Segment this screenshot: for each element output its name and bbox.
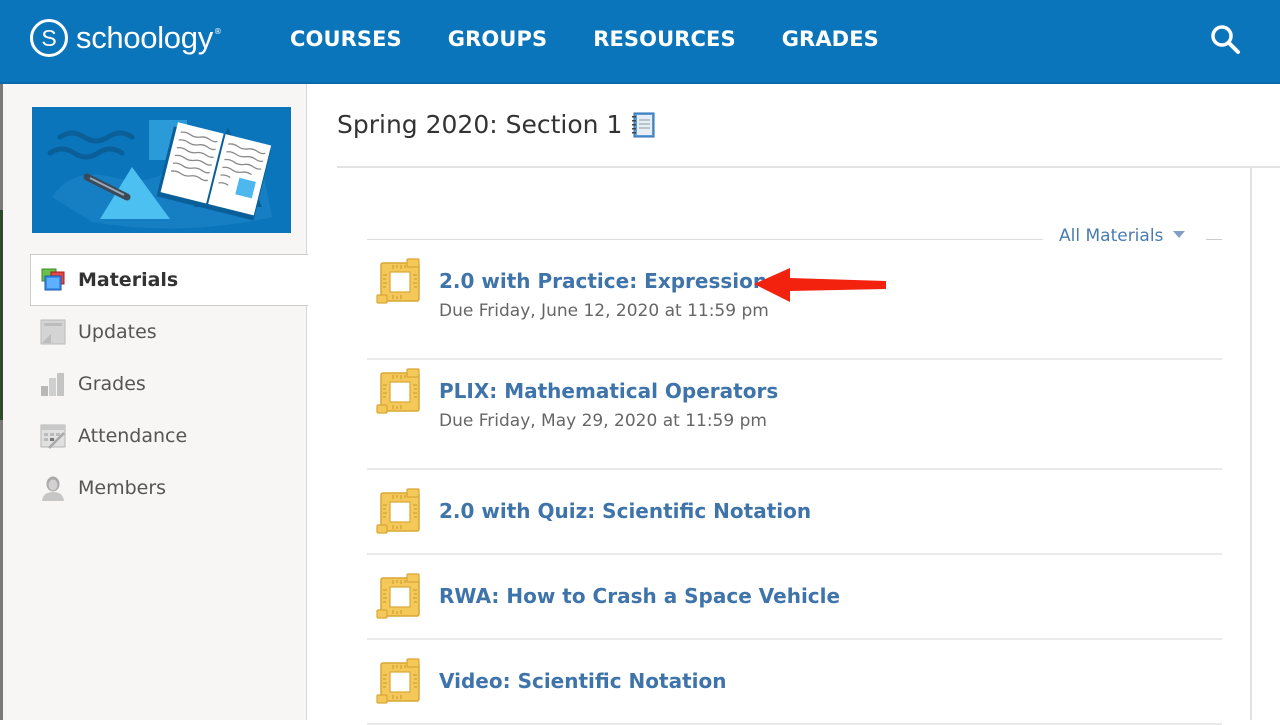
materials-list: 2.0 with Practice: Expressions Due Frida… (367, 250, 1222, 725)
list-item: 2.0 with Quiz: Scientific Notation (367, 470, 1222, 555)
material-title-link[interactable]: PLIX: Mathematical Operators (439, 379, 778, 403)
course-banner (32, 107, 291, 233)
logo-text: schoology (76, 20, 213, 55)
course-banner-illustration-icon (32, 107, 291, 233)
sidebar-item-label: Members (78, 477, 167, 499)
updates-icon (40, 319, 66, 345)
nav-grades[interactable]: GRADES (782, 27, 879, 51)
main-nav: COURSES GROUPS RESOURCES GRADES (290, 0, 925, 78)
assignment-ruler-icon (376, 368, 420, 414)
course-nav-list: Materials Updates Grades Attendance Memb… (3, 254, 308, 514)
list-item: Video: Scientific Notation (367, 640, 1222, 725)
material-title-link[interactable]: RWA: How to Crash a Space Vehicle (439, 584, 840, 608)
course-sidebar: Materials Updates Grades Attendance Memb… (3, 84, 308, 720)
material-title-link[interactable]: 2.0 with Practice: Expressions (439, 269, 779, 293)
sidebar-item-members[interactable]: Members (3, 462, 307, 514)
sidebar-item-attendance[interactable]: Attendance (3, 410, 307, 462)
materials-icon (41, 268, 65, 291)
materials-filter-row: All Materials (367, 224, 1222, 250)
materials-filter-dropdown[interactable]: All Materials (1059, 226, 1186, 246)
sidebar-item-label: Materials (78, 269, 179, 291)
schoology-logo[interactable]: S schoology ® (30, 18, 222, 58)
page-title: Spring 2020: Section 1 (337, 110, 656, 139)
sidebar-item-updates[interactable]: Updates (3, 306, 307, 358)
content-right-border (1250, 168, 1252, 720)
main-content: Spring 2020: Section 1 All Materials 2.0… (337, 84, 1280, 725)
list-item: RWA: How to Crash a Space Vehicle (367, 555, 1222, 640)
nav-courses[interactable]: COURSES (290, 27, 402, 51)
caret-down-icon (1173, 230, 1186, 238)
assignment-ruler-icon (376, 258, 420, 304)
sidebar-item-materials[interactable]: Materials (30, 254, 308, 306)
material-due-date: Due Friday, May 29, 2020 at 11:59 pm (439, 411, 767, 431)
filter-label: All Materials (1059, 226, 1164, 246)
sidebar-item-label: Grades (78, 373, 146, 395)
assignment-ruler-icon (376, 573, 420, 619)
sidebar-item-label: Updates (78, 321, 157, 343)
list-item: PLIX: Mathematical Operators Due Friday,… (367, 360, 1222, 470)
assignment-ruler-icon (376, 658, 420, 704)
attendance-icon (40, 424, 66, 449)
course-title: Spring 2020: Section 1 (337, 110, 623, 139)
material-title-link[interactable]: Video: Scientific Notation (439, 669, 726, 693)
filter-divider-right (1206, 239, 1222, 240)
nav-resources[interactable]: RESOURCES (593, 27, 736, 51)
members-icon (42, 476, 64, 501)
material-due-date: Due Friday, June 12, 2020 at 11:59 pm (439, 301, 769, 321)
logo-mark-icon: S (30, 19, 68, 57)
material-title-link[interactable]: 2.0 with Quiz: Scientific Notation (439, 499, 811, 523)
sidebar-item-grades[interactable]: Grades (3, 358, 307, 410)
title-divider (337, 166, 1280, 168)
sidebar-item-label: Attendance (78, 425, 188, 447)
top-navigation-bar: S schoology ® COURSES GROUPS RESOURCES G… (0, 0, 1280, 84)
logo-registered-mark: ® (213, 26, 222, 36)
search-button[interactable] (1208, 22, 1244, 58)
annotation-arrow-icon (754, 268, 886, 302)
search-icon (1211, 25, 1240, 54)
nav-groups[interactable]: GROUPS (448, 27, 547, 51)
grades-icon (41, 373, 64, 396)
filter-divider-left (367, 239, 1043, 240)
assignment-ruler-icon (376, 488, 420, 534)
notebook-icon[interactable] (630, 111, 656, 139)
